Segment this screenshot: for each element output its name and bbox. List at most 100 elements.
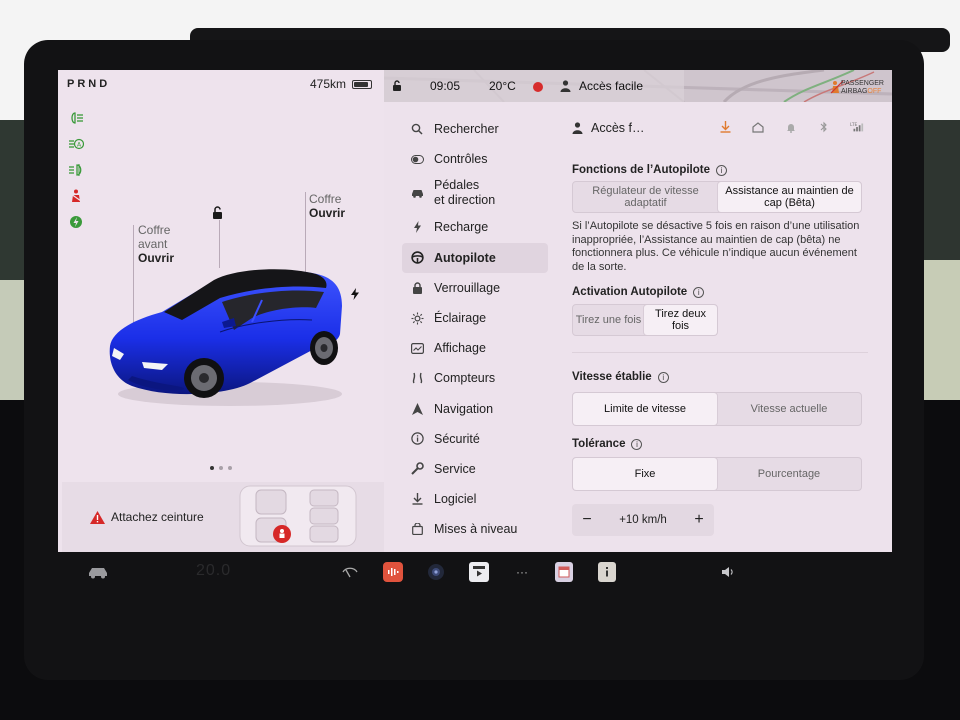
autopilot-features-title: Fonctions de l’Autopilote i [572,164,727,176]
road-icon [410,371,424,385]
speed-set-title-text: Vitesse établie [572,371,652,383]
frunk-label-line1: Coffre [138,223,171,237]
bolt-icon [410,220,424,234]
car-controls-icon[interactable] [86,562,110,582]
steering-wheel-icon [410,251,424,265]
menu-item-service[interactable]: Service [402,454,548,484]
menu-item-charging[interactable]: Recharge [402,212,548,242]
music-app-icon[interactable] [383,562,403,582]
wiper-icon[interactable] [340,562,360,582]
increase-offset-button[interactable]: + [692,511,706,529]
menu-item-autopilot[interactable]: Autopilote [402,242,548,273]
homelink-icon[interactable] [751,120,765,134]
menu-item-display[interactable]: Affichage [402,333,548,363]
option-pull-twice[interactable]: Tirez deux fois [644,305,717,335]
camera-app-icon[interactable] [426,562,446,582]
option-current-speed[interactable]: Vitesse actuelle [717,393,861,425]
cabin-temperature[interactable]: 20.0 [196,562,231,580]
trunk-open-button[interactable]: Ouvrir [309,206,345,220]
eco-power-icon [68,214,84,230]
auto-headlight-icon: A [68,136,84,152]
option-autosteer[interactable]: Assistance au maintien de cap (Bêta) [718,182,861,212]
autopilot-settings: Accès f… LTE Fonctions de l’Autopilote i… [572,102,868,552]
car-render[interactable] [102,262,352,412]
frunk-label-line2: avant [138,237,168,251]
alert-bar: Attachez ceinture [62,482,384,552]
shield-info-icon [410,432,424,446]
autopilot-strike-note: Si l’Autopilote se désactive 5 fois en r… [572,220,860,273]
speed-offset-value: +10 km/h [619,514,667,526]
trunk-callout[interactable]: Coffre Ouvrir [309,192,345,220]
airbag-line2: AIRBAG [840,88,868,95]
fog-light-icon [68,162,84,178]
status-profile-name[interactable]: Accès facile [579,79,643,93]
menu-item-navigation[interactable]: Navigation [402,394,548,424]
option-pull-once[interactable]: Tirez une fois [573,305,644,335]
carousel-dot[interactable] [210,466,214,470]
profile-icon [560,80,571,92]
info-icon[interactable]: i [657,371,669,383]
quick-status-icons: LTE [718,120,864,134]
info-icon[interactable]: i [631,438,643,450]
menu-item-locks[interactable]: Verrouillage [402,273,548,303]
menu-label-navigation: Navigation [434,401,494,416]
activation-selector: Tirez une fois Tirez deux fois [572,304,718,336]
option-fixed[interactable]: Fixe [573,458,717,490]
menu-item-controls[interactable]: Contrôles [402,144,548,174]
frunk-callout[interactable]: Coffre avant Ouvrir [138,223,174,265]
option-adaptive-cruise[interactable]: Régulateur de vitesse adaptatif [573,182,718,212]
menu-item-trips[interactable]: Compteurs [402,363,548,393]
lte-signal-icon: LTE [850,120,864,134]
volume-icon[interactable] [718,562,738,582]
low-beam-icon [68,110,84,126]
lock-status-icon[interactable] [391,80,403,92]
speed-offset-stepper: − +10 km/h + [572,504,714,536]
seatbelt-warning-icon [68,188,84,204]
bluetooth-icon[interactable] [817,120,831,134]
menu-item-software[interactable]: Logiciel [402,484,548,514]
gear-indicator: PRND [67,78,111,90]
outside-temperature: 20°C [489,79,516,93]
info-icon[interactable]: i [693,286,705,298]
menu-label-upgrades: Mises à niveau [434,522,518,537]
navigation-arrow-icon [410,402,424,416]
dashcam-record-icon[interactable] [533,82,543,92]
menu-item-upgrades[interactable]: Mises à niveau [402,514,548,544]
seatbelt-alert[interactable]: Attachez ceinture [90,510,204,524]
tolerance-title: Tolérance i [572,438,643,450]
notification-bell-icon[interactable] [784,120,798,134]
speed-set-title: Vitesse établie i [572,371,669,383]
trunk-label-line1: Coffre [309,192,342,206]
manual-app-icon[interactable] [598,562,616,582]
carousel-dots[interactable] [210,466,232,470]
seat-occupancy-diagram [239,485,357,547]
carousel-dot[interactable] [219,466,223,470]
carousel-dot[interactable] [228,466,232,470]
bag-icon [410,522,424,536]
clock: 09:05 [430,79,461,93]
profile-row: Accès f… LTE [572,118,868,138]
more-apps-button[interactable]: ··· [512,562,532,582]
software-download-icon[interactable] [718,120,732,134]
option-speed-limit[interactable]: Limite de vitesse [573,393,717,425]
settings-menu: Rechercher Contrôles Pédales et direction… [402,114,548,544]
menu-item-search[interactable]: Rechercher [402,114,548,144]
menu-item-pedals-steering[interactable]: Pédales et direction [402,174,548,212]
theater-app-icon[interactable] [469,562,489,582]
telltale-column: A [68,110,84,230]
profile-name[interactable]: Accès f… [591,121,645,135]
activation-title-text: Activation Autopilote [572,286,688,298]
option-percentage[interactable]: Pourcentage [717,458,861,490]
tolerance-selector: Fixe Pourcentage [572,457,862,491]
info-icon[interactable]: i [716,164,727,176]
menu-item-lighting[interactable]: Éclairage [402,303,548,333]
calendar-app-icon[interactable] [555,562,573,582]
download-icon [410,492,424,506]
decrease-offset-button[interactable]: − [580,511,594,529]
unlock-icon[interactable] [210,206,224,220]
menu-item-safety[interactable]: Sécurité [402,424,548,454]
menu-label-service: Service [434,461,476,476]
menu-label-autopilot: Autopilote [434,250,496,265]
display-icon [410,341,424,355]
settings-panel: Rechercher Contrôles Pédales et direction… [384,102,892,552]
